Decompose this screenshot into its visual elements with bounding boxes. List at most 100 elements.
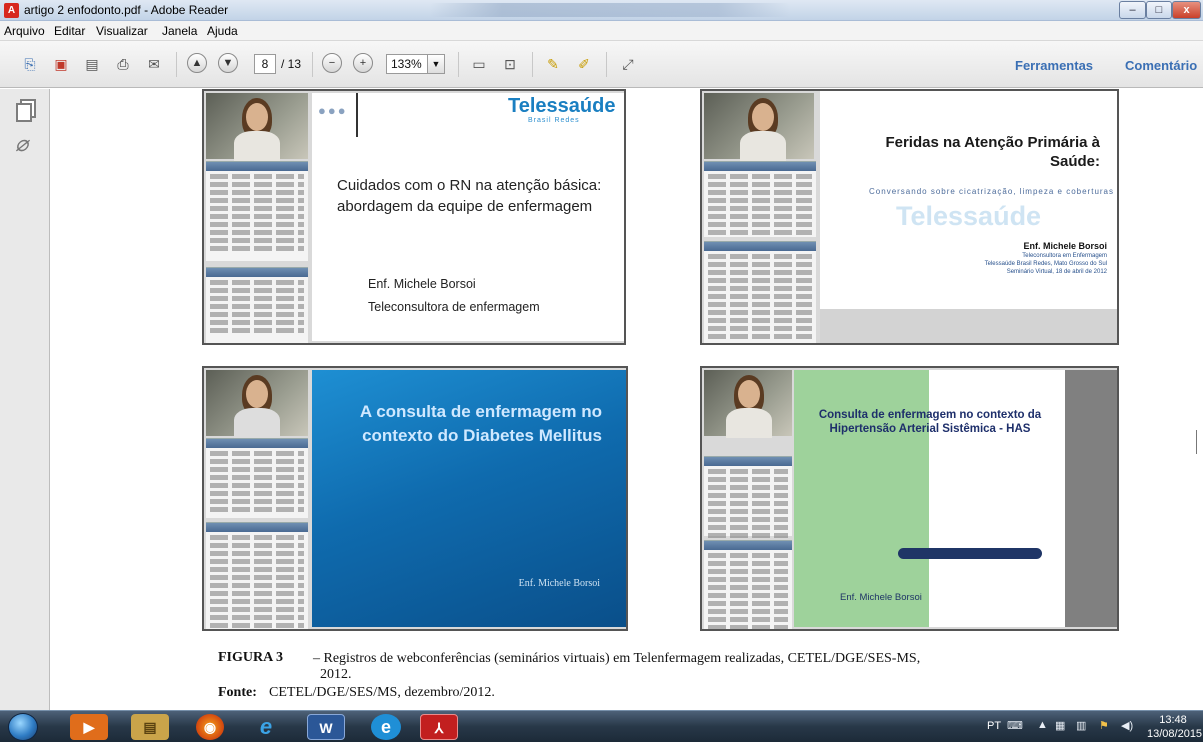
page-number-input[interactable]: 8 [254,54,276,74]
slide-bottom-area [820,309,1117,343]
full-screen-icon[interactable]: ⤢ [617,53,639,75]
telessaude-logo: Telessaúde [508,95,616,117]
convert-icon[interactable]: ▣ [50,53,72,75]
volume-icon[interactable]: ◀) [1121,719,1133,732]
presentation-slide: Telessaúde Feridas na Atenção Primária à… [820,91,1117,309]
slide-right-area [1065,370,1117,627]
windows-flag-icon[interactable]: ▦ [1055,719,1065,732]
print-icon[interactable]: ⎙ [112,53,134,75]
action-center-icon[interactable]: ⚑ [1099,719,1109,732]
previous-page-icon[interactable]: ▲ [187,53,207,73]
slide-detail: Seminário Virtual, 18 de abril de 2012 [1006,269,1107,275]
zoom-in-icon[interactable]: + [353,53,373,73]
comment-icon[interactable]: ✎ [542,53,564,75]
highlight-icon[interactable]: ✐ [573,53,595,75]
zoom-level-input[interactable]: 133% [386,54,428,74]
keyboard-icon[interactable]: ⌨ [1007,719,1023,732]
menu-janela[interactable]: Janela [162,24,197,38]
participants-panel [206,438,308,518]
participants-panel [206,161,308,261]
source-label: Fonte: [218,685,257,700]
window-title: artigo 2 enfodonto.pdf - Adobe Reader [24,3,229,17]
source-text: CETEL/DGE/SES/MS, dezembro/2012. [269,685,495,700]
minimize-button[interactable]: – [1119,1,1146,19]
webcam-video [206,93,308,161]
menu-visualizar[interactable]: Visualizar [96,24,148,38]
menu-editar[interactable]: Editar [54,24,85,38]
slide-watermark: Telessaúde [896,201,1042,231]
zoom-dropdown-button[interactable]: ▼ [428,54,445,74]
slide-author: Enf. Michele Borsoi [840,592,922,603]
toolbar-separator [176,52,177,77]
menu-bar: Arquivo Editar Visualizar Janela Ajuda [0,21,1203,41]
presentation-slide: A consulta de enfermagem no contexto do … [312,370,626,627]
telessaude-logo-subtitle: Brasil Redes [528,117,580,124]
email-icon[interactable]: ✉ [143,53,165,75]
start-button[interactable] [8,713,38,741]
participants-panel [704,161,816,237]
word-icon[interactable]: W [307,714,345,740]
create-pdf-icon[interactable]: ⎘ [19,53,41,75]
chat-panel [704,241,816,343]
figure-caption: – Registros de webconferências (seminári… [313,651,921,666]
adobe-reader-taskbar-icon[interactable]: ⅄ [420,714,458,740]
webcam-video [704,370,792,438]
comment-pane-button[interactable]: Comentário [1125,58,1197,73]
webconference-screenshot-1: ●●● Telessaúde Brasil Redes Cuidados com… [202,89,626,345]
menu-arquivo[interactable]: Arquivo [4,24,45,38]
participants-panel [704,456,792,538]
toolbar-separator [532,52,533,77]
media-player-icon[interactable]: ▶ [70,714,108,740]
slide-title: Cuidados com o RN na atenção básica: abo… [337,177,602,215]
slide-author-role: Teleconsultora de enfermagem [368,300,540,314]
page-thumbnails-icon[interactable] [16,99,36,122]
close-button[interactable]: x [1172,1,1201,19]
browser-icon[interactable]: e [371,714,401,740]
chat-panel [704,540,792,629]
toolbar-separator [312,52,313,77]
language-indicator[interactable]: PT [987,720,1001,732]
save-icon[interactable]: ▤ [81,53,103,75]
adobe-reader-icon: A [4,3,19,18]
show-hidden-icons[interactable]: ▲ [1037,719,1048,731]
slide-author: Enf. Michele Borsoi [518,578,600,589]
figure-label: FIGURA 3 [218,650,283,665]
menu-ajuda[interactable]: Ajuda [207,24,238,38]
slide-title: A consulta de enfermagem no contexto do … [359,402,602,445]
taskbar: ▶ ▤ ◉ e W e ⅄ PT ⌨ ▲ ▦ ▥ ⚑ ◀) 13:48 13/0… [0,710,1203,742]
chat-panel [206,267,308,343]
webconference-screenshot-3: A consulta de enfermagem no contexto do … [202,366,628,631]
presentation-slide: ●●● Telessaúde Brasil Redes Cuidados com… [312,93,624,341]
zoom-out-icon[interactable]: − [322,53,342,73]
next-page-icon[interactable]: ▼ [218,53,238,73]
firefox-icon[interactable]: ◉ [196,714,224,740]
internet-explorer-icon[interactable]: e [247,714,285,740]
scroll-indicator[interactable] [1196,430,1201,454]
slide-detail: Teleconsultora em Enfermagem [1022,253,1107,259]
slide-dots: ●●● [318,103,348,118]
attachments-icon[interactable]: ⌀ [15,131,28,157]
clock-date[interactable]: 13/08/2015 [1147,728,1202,740]
fit-width-icon[interactable]: ⊡ [499,53,521,75]
figure-caption-year: 2012. [320,667,352,682]
network-icon[interactable]: ▥ [1076,719,1086,732]
slide-subtitle: Conversando sobre cicatrização, limpeza … [869,187,1114,196]
page-total: / 13 [281,57,302,71]
slide-detail: Telessaúde Brasil Redes, Mato Grosso do … [984,261,1107,267]
toolbar-separator [606,52,607,77]
title-bar: A artigo 2 enfodonto.pdf - Adobe Reader … [0,0,1203,21]
tools-pane-button[interactable]: Ferramentas [1015,58,1093,73]
toolbar-separator [458,52,459,77]
navigation-pane: ⌀ [0,89,50,710]
maximize-button[interactable]: □ [1146,1,1172,19]
background-window-title [430,3,790,17]
file-explorer-icon[interactable]: ▤ [131,714,169,740]
clock-time[interactable]: 13:48 [1151,714,1195,726]
presentation-slide: Consulta de enfermagem no contexto da Hi… [794,370,1065,627]
fit-page-icon[interactable]: ▭ [468,53,490,75]
webcam-video [206,370,308,438]
slide-title: Consulta de enfermagem no contexto da Hi… [818,409,1042,435]
webconference-screenshot-2: Telessaúde Feridas na Atenção Primária à… [700,89,1119,345]
slide-decorative-bar [898,548,1042,559]
chat-panel [206,522,308,629]
